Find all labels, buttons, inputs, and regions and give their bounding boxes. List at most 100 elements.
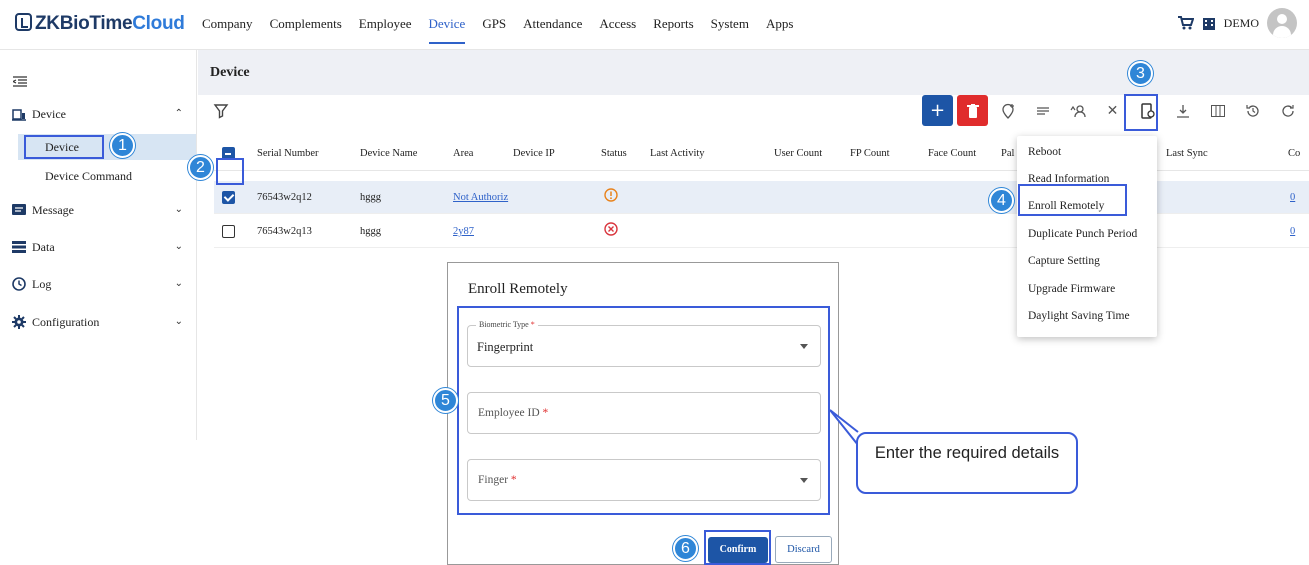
serial-number: 76543w2q12 — [257, 192, 312, 203]
sync-user-icon[interactable] — [1062, 95, 1093, 126]
app-logo[interactable]: ZKBioTimeCloud — [15, 13, 185, 35]
nav-system[interactable]: System — [711, 16, 749, 40]
page-title: Device — [210, 65, 250, 80]
main-nav: Company Complements Employee Device GPS … — [202, 16, 810, 44]
area-link[interactable]: 2y87 — [453, 226, 474, 237]
sidebar-item-device-command[interactable]: Device Command — [18, 164, 196, 188]
list-icon[interactable] — [1027, 95, 1058, 126]
column-header[interactable]: Pal — [1001, 148, 1014, 159]
sidebar-group-device[interactable]: Device ⌃ — [0, 96, 197, 132]
sidebar-group-label: Message — [32, 202, 74, 217]
step-badge: 3 — [1128, 61, 1153, 86]
add-icon[interactable]: + — [922, 95, 953, 126]
dialog-title: Enroll Remotely — [468, 281, 568, 297]
column-header[interactable]: Status — [601, 148, 627, 159]
error-icon — [604, 222, 618, 236]
top-right-tools: DEMO — [1177, 8, 1297, 38]
add-area-icon[interactable] — [992, 95, 1023, 126]
chevron-down-icon: ⌄ — [174, 316, 183, 327]
download-icon[interactable] — [1167, 95, 1198, 126]
device-icon — [12, 109, 26, 121]
logo-suffix: Cloud — [132, 13, 185, 34]
clock-icon — [12, 277, 26, 291]
nav-company[interactable]: Company — [202, 16, 253, 40]
sidebar-group-log[interactable]: Log ⌄ — [0, 266, 197, 302]
step-badge: 2 — [188, 155, 213, 180]
filter-icon[interactable] — [212, 102, 230, 120]
column-header[interactable]: Last Activity — [650, 148, 705, 159]
nav-complements[interactable]: Complements — [270, 16, 342, 40]
count-link[interactable]: 0 — [1290, 192, 1295, 203]
chevron-down-icon: ⌄ — [174, 241, 183, 252]
sidebar-group-label: Configuration — [32, 314, 100, 329]
annotation-highlight — [1018, 184, 1127, 216]
menu-item-upgrade-firmware[interactable]: Upgrade Firmware — [1028, 283, 1115, 295]
columns-icon[interactable] — [1202, 95, 1233, 126]
sidebar: Device ⌃ Device Device Command Message ⌄… — [0, 50, 197, 440]
sidebar-group-data[interactable]: Data ⌄ — [0, 229, 197, 265]
toolbar: + ✕ — [922, 95, 1303, 126]
nav-access[interactable]: Access — [599, 16, 636, 40]
column-header[interactable]: Device IP — [513, 148, 555, 159]
menu-item-reboot[interactable]: Reboot — [1028, 146, 1061, 158]
column-header[interactable]: Co — [1288, 148, 1300, 159]
logo-prefix: ZKBioTime — [35, 13, 133, 34]
logo-mark-icon — [15, 13, 32, 31]
sidebar-group-message[interactable]: Message ⌄ — [0, 192, 197, 228]
step-badge: 1 — [110, 133, 135, 158]
nav-employee[interactable]: Employee — [359, 16, 412, 40]
menu-item-daylight-saving-time[interactable]: Daylight Saving Time — [1028, 310, 1130, 322]
sidebar-group-label: Device — [32, 106, 66, 121]
column-header[interactable]: User Count — [774, 148, 822, 159]
annotation-highlight — [24, 135, 104, 159]
column-header[interactable]: Face Count — [928, 148, 976, 159]
nav-apps[interactable]: Apps — [766, 16, 793, 40]
annotation-highlight — [216, 158, 244, 185]
avatar[interactable] — [1267, 8, 1297, 38]
column-header[interactable]: Device Name — [360, 148, 417, 159]
user-name[interactable]: DEMO — [1224, 16, 1259, 31]
data-icon — [12, 241, 26, 253]
column-header[interactable]: Serial Number — [257, 148, 319, 159]
row-checkbox[interactable] — [222, 191, 235, 204]
discard-button[interactable]: Discard — [775, 536, 832, 563]
cart-icon[interactable] — [1177, 16, 1194, 30]
menu-collapse-icon[interactable] — [13, 76, 27, 88]
sidebar-group-label: Log — [32, 276, 52, 291]
step-badge: 4 — [989, 188, 1014, 213]
column-header[interactable]: FP Count — [850, 148, 890, 159]
nav-reports[interactable]: Reports — [653, 16, 693, 40]
device-control-menu: Reboot Read Information Enroll Remotely … — [1017, 136, 1157, 337]
step-badge: 6 — [673, 536, 698, 561]
annotation-highlight — [457, 306, 830, 515]
row-checkbox[interactable] — [222, 225, 235, 238]
menu-item-capture-setting[interactable]: Capture Setting — [1028, 255, 1100, 267]
warning-icon — [604, 188, 618, 202]
nav-gps[interactable]: GPS — [482, 16, 506, 40]
area-link[interactable]: Not Authoriz — [453, 192, 510, 203]
annotation-highlight — [1124, 94, 1158, 131]
delete-icon[interactable] — [957, 95, 988, 126]
chevron-down-icon: ⌄ — [174, 204, 183, 215]
nav-device[interactable]: Device — [428, 16, 465, 44]
column-header[interactable]: Last Sync — [1166, 148, 1208, 159]
column-header[interactable]: Area — [453, 148, 473, 159]
message-icon — [12, 204, 26, 215]
sidebar-item-label: Device Command — [45, 168, 132, 183]
refresh-icon[interactable] — [1272, 95, 1303, 126]
device-name: hggg — [360, 192, 381, 203]
sidebar-group-configuration[interactable]: Configuration ⌄ — [0, 304, 197, 340]
history-icon[interactable] — [1237, 95, 1268, 126]
top-navigation-bar: ZKBioTimeCloud Company Complements Emplo… — [0, 0, 1309, 50]
count-link[interactable]: 0 — [1290, 226, 1295, 237]
chevron-up-icon: ⌃ — [174, 108, 183, 119]
building-icon — [1202, 18, 1215, 30]
serial-number: 76543w2q13 — [257, 226, 312, 237]
nav-attendance[interactable]: Attendance — [523, 16, 582, 40]
menu-item-duplicate-punch-period[interactable]: Duplicate Punch Period — [1028, 228, 1137, 240]
annotation-highlight — [704, 530, 771, 565]
chevron-down-icon: ⌄ — [174, 278, 183, 289]
sidebar-group-label: Data — [32, 239, 55, 254]
gear-icon — [12, 315, 26, 329]
device-name: hggg — [360, 226, 381, 237]
